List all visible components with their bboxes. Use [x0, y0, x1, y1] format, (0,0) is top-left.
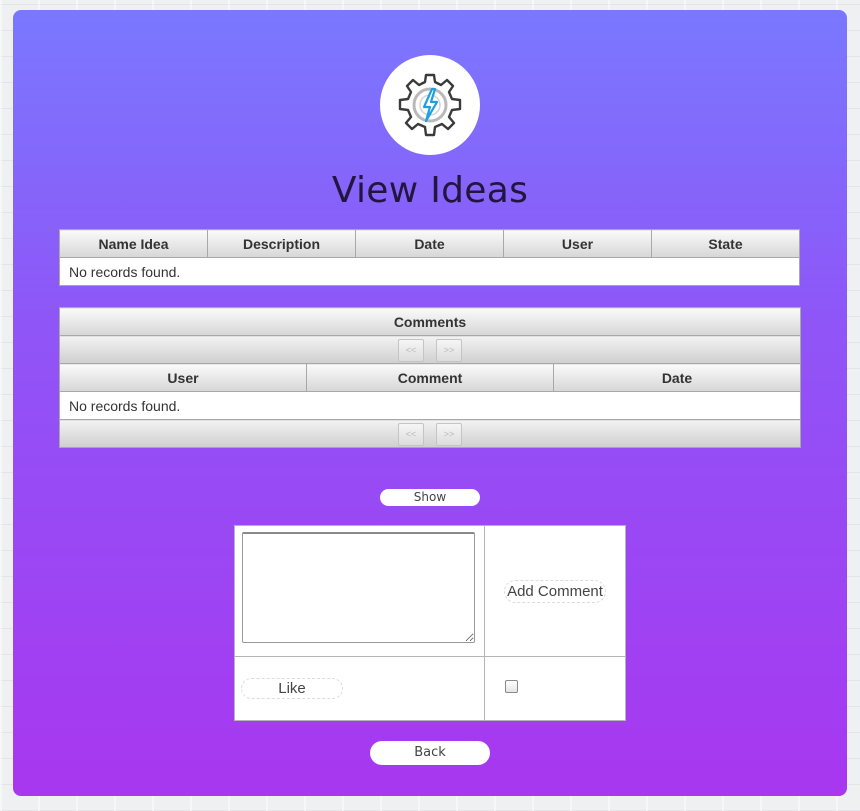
- comments-table: Comments << >> User Comment Date No recor…: [59, 307, 801, 448]
- empty-message: No records found.: [59, 391, 801, 420]
- column-header-date[interactable]: Date: [355, 229, 504, 258]
- add-comment-cell: Add Comment: [484, 525, 626, 657]
- column-header-user[interactable]: User: [503, 229, 652, 258]
- like-checkbox-cell: [484, 656, 626, 721]
- prev-page-icon[interactable]: <<: [398, 423, 424, 446]
- table-row: No records found.: [59, 257, 800, 286]
- show-button[interactable]: Show: [380, 489, 480, 506]
- page-title: View Ideas: [331, 170, 529, 211]
- next-page-icon[interactable]: >>: [436, 423, 462, 446]
- column-header-date[interactable]: Date: [553, 363, 801, 392]
- comments-header-row: User Comment Date: [59, 363, 801, 392]
- comment-form: Add Comment Like: [234, 525, 626, 721]
- column-header-state[interactable]: State: [651, 229, 800, 258]
- like-cell: Like: [234, 656, 485, 721]
- column-header-name-idea[interactable]: Name Idea: [59, 229, 208, 258]
- column-header-description[interactable]: Description: [207, 229, 356, 258]
- main-panel: View Ideas Name Idea Description Date Us…: [13, 10, 847, 796]
- comments-caption: Comments: [59, 307, 801, 336]
- prev-page-icon[interactable]: <<: [398, 339, 424, 362]
- column-header-user[interactable]: User: [59, 363, 307, 392]
- ideas-table: Name Idea Description Date User State No…: [59, 229, 800, 286]
- column-header-comment[interactable]: Comment: [306, 363, 554, 392]
- back-button[interactable]: Back: [370, 741, 490, 765]
- comment-input-cell: [234, 525, 485, 657]
- add-comment-button[interactable]: Add Comment: [504, 579, 606, 603]
- like-checkbox[interactable]: [505, 679, 518, 693]
- empty-message: No records found.: [59, 257, 800, 286]
- ideas-header-row: Name Idea Description Date User State: [59, 229, 800, 258]
- next-page-icon[interactable]: >>: [436, 339, 462, 362]
- comment-textarea[interactable]: [242, 532, 475, 643]
- table-row: No records found.: [59, 391, 801, 420]
- like-button[interactable]: Like: [241, 678, 343, 699]
- gear-lightning-icon: [398, 73, 462, 137]
- comments-top-pager: << >>: [59, 335, 801, 364]
- comments-bottom-pager: << >>: [59, 419, 801, 448]
- app-logo: [380, 55, 480, 155]
